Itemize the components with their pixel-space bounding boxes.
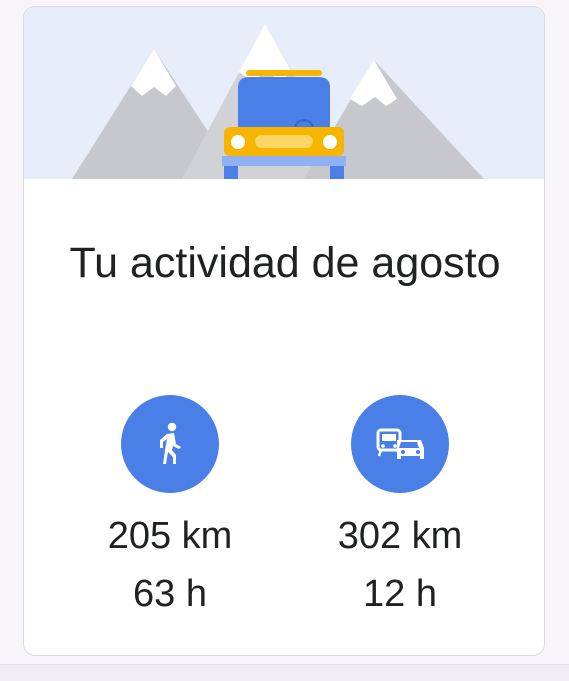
walking-stat[interactable]: 205 km 63 h bbox=[70, 395, 270, 623]
hero-illustration bbox=[24, 7, 544, 179]
bottom-strip bbox=[0, 664, 569, 681]
walking-icon-circle bbox=[121, 395, 219, 493]
driving-duration: 12 h bbox=[363, 573, 437, 615]
activity-title: Tu actividad de agosto bbox=[69, 239, 501, 287]
car-mountains-illustration bbox=[72, 24, 484, 179]
driving-distance: 302 km bbox=[337, 515, 463, 557]
walking-duration: 63 h bbox=[133, 573, 207, 615]
driving-stat[interactable]: 302 km 12 h bbox=[300, 395, 500, 623]
walking-person-icon bbox=[160, 422, 181, 464]
transit-and-car-icon bbox=[376, 428, 424, 459]
activity-summary-card[interactable]: Tu actividad de agosto 205 km 63 h 302 k… bbox=[23, 6, 545, 656]
driving-icon-circle bbox=[351, 395, 449, 493]
car-icon bbox=[222, 70, 346, 179]
walking-distance: 205 km bbox=[107, 515, 233, 557]
